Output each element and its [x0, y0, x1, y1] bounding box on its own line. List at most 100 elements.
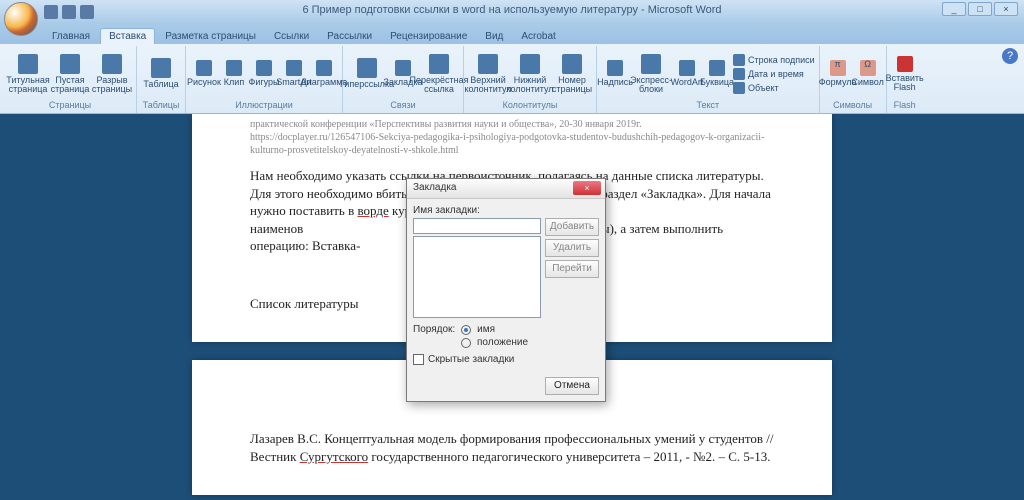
table-icon [151, 58, 171, 78]
cover-page-icon [18, 54, 38, 74]
symbol-icon: Ω [860, 60, 876, 76]
delete-bookmark-button[interactable]: Удалить [545, 239, 599, 257]
bookmark-list[interactable] [413, 236, 541, 318]
group-label-symbols: Символы [824, 99, 882, 111]
crossref-button[interactable]: Перекрёстная ссылка [419, 52, 459, 96]
shapes-button[interactable]: Фигуры [250, 58, 278, 89]
add-bookmark-button[interactable]: Добавить [545, 218, 599, 236]
dialog-title: Закладка [413, 182, 456, 193]
group-illustrations: Рисунок Клип Фигуры SmartArt Диаграмма И… [186, 46, 343, 113]
goto-bookmark-button[interactable]: Перейти [545, 260, 599, 278]
group-label-tables: Таблицы [141, 99, 181, 111]
crossref-icon [429, 54, 449, 74]
dialog-close-button[interactable]: × [573, 181, 601, 195]
tab-home[interactable]: Главная [44, 29, 98, 44]
sort-label: Порядок: [413, 324, 455, 335]
cancel-button[interactable]: Отмена [545, 377, 599, 395]
qat-undo-icon[interactable] [62, 5, 76, 19]
quickparts-icon [641, 54, 661, 74]
chart-icon [316, 60, 332, 76]
bookmark-dialog: Закладка × Имя закладки: Добавить Удалит… [406, 178, 606, 402]
quick-access-toolbar[interactable] [44, 5, 94, 19]
close-button[interactable]: × [994, 2, 1018, 16]
shapes-icon [256, 60, 272, 76]
tab-mailings[interactable]: Рассылки [319, 29, 380, 44]
sort-by-name-radio[interactable] [461, 325, 471, 335]
maximize-button[interactable]: □ [968, 2, 992, 16]
spell-underline: ворде [357, 203, 388, 218]
hyperlink-button[interactable]: Гиперссылка [347, 56, 387, 91]
group-header-footer: Верхний колонтитул Нижний колонтитул Ном… [464, 46, 597, 113]
textbox-button[interactable]: Надпись [601, 58, 629, 89]
tab-insert[interactable]: Вставка [100, 28, 155, 44]
group-label-links: Связи [347, 99, 459, 111]
group-label-flash: Flash [891, 99, 919, 111]
tab-references[interactable]: Ссылки [266, 29, 317, 44]
ribbon: Титульная страница Пустая страница Разры… [0, 44, 1024, 114]
ribbon-tabs: Главная Вставка Разметка страницы Ссылки… [0, 24, 1024, 44]
clipart-icon [226, 60, 242, 76]
group-links: Гиперссылка Закладка Перекрёстная ссылка… [343, 46, 464, 113]
qat-redo-icon[interactable] [80, 5, 94, 19]
group-tables: Таблица Таблицы [137, 46, 186, 113]
date-time-button[interactable]: Дата и время [733, 68, 815, 80]
group-symbols: πФормула ΩСимвол Символы [820, 46, 887, 113]
picture-button[interactable]: Рисунок [190, 58, 218, 89]
minimize-button[interactable]: _ [942, 2, 966, 16]
table-button[interactable]: Таблица [141, 56, 181, 91]
textbox-icon [607, 60, 623, 76]
spell-underline: Сургутского [300, 449, 368, 464]
tab-review[interactable]: Рецензирование [382, 29, 475, 44]
header-icon [478, 54, 498, 74]
header-button[interactable]: Верхний колонтитул [468, 52, 508, 96]
group-label-hf: Колонтитулы [468, 99, 592, 111]
tab-acrobat[interactable]: Acrobat [513, 29, 563, 44]
bibliography-entry[interactable]: Лазарев В.С. Концептуальная модель форми… [250, 430, 774, 465]
office-button[interactable] [4, 2, 38, 36]
wordart-button[interactable]: WordArt [673, 58, 701, 89]
tab-view[interactable]: Вид [477, 29, 511, 44]
bookmark-name-label: Имя закладки: [413, 205, 599, 216]
group-label-illustrations: Иллюстрации [190, 99, 338, 111]
dialog-titlebar[interactable]: Закладка × [407, 179, 605, 199]
help-icon[interactable]: ? [1002, 48, 1018, 64]
flash-icon [897, 56, 913, 72]
group-label-text: Текст [601, 99, 815, 111]
footer-icon [520, 54, 540, 74]
object-icon [733, 82, 745, 94]
dropcap-icon [709, 60, 725, 76]
equation-icon: π [830, 60, 846, 76]
tab-layout[interactable]: Разметка страницы [157, 29, 264, 44]
page-number-icon [562, 54, 582, 74]
sort-by-location-label: положение [477, 337, 528, 348]
quickparts-button[interactable]: Экспресс-блоки [631, 52, 671, 96]
titlebar: 6 Пример подготовки ссылки в word на исп… [0, 0, 1024, 24]
page-number-button[interactable]: Номер страницы [552, 52, 592, 96]
sort-by-location-radio[interactable] [461, 338, 471, 348]
qat-save-icon[interactable] [44, 5, 58, 19]
sort-by-name-label: имя [477, 324, 495, 335]
chart-button[interactable]: Диаграмма [310, 58, 338, 89]
bookmark-name-input[interactable] [413, 218, 541, 234]
hidden-bookmarks-label: Скрытые закладки [428, 354, 514, 365]
hyperlink-icon [357, 58, 377, 78]
blank-page-button[interactable]: Пустая страница [50, 52, 90, 96]
page-break-button[interactable]: Разрыв страницы [92, 52, 132, 96]
object-button[interactable]: Объект [733, 82, 815, 94]
symbol-button[interactable]: ΩСимвол [854, 58, 882, 89]
picture-icon [196, 60, 212, 76]
cover-page-button[interactable]: Титульная страница [8, 52, 48, 96]
equation-button[interactable]: πФормула [824, 58, 852, 89]
clipart-button[interactable]: Клип [220, 58, 248, 89]
footer-button[interactable]: Нижний колонтитул [510, 52, 550, 96]
signature-icon [733, 54, 745, 66]
dropcap-button[interactable]: Буквица [703, 58, 731, 89]
insert-flash-button[interactable]: Вставить Flash [891, 54, 919, 94]
signature-line-button[interactable]: Строка подписи [733, 54, 815, 66]
window-title: 6 Пример подготовки ссылки в word на исп… [0, 4, 1024, 16]
hidden-bookmarks-checkbox[interactable] [413, 354, 424, 365]
reference-gray-text: практической конференции «Перспективы ра… [250, 114, 774, 157]
wordart-icon [679, 60, 695, 76]
smartart-icon [286, 60, 302, 76]
blank-page-icon [60, 54, 80, 74]
